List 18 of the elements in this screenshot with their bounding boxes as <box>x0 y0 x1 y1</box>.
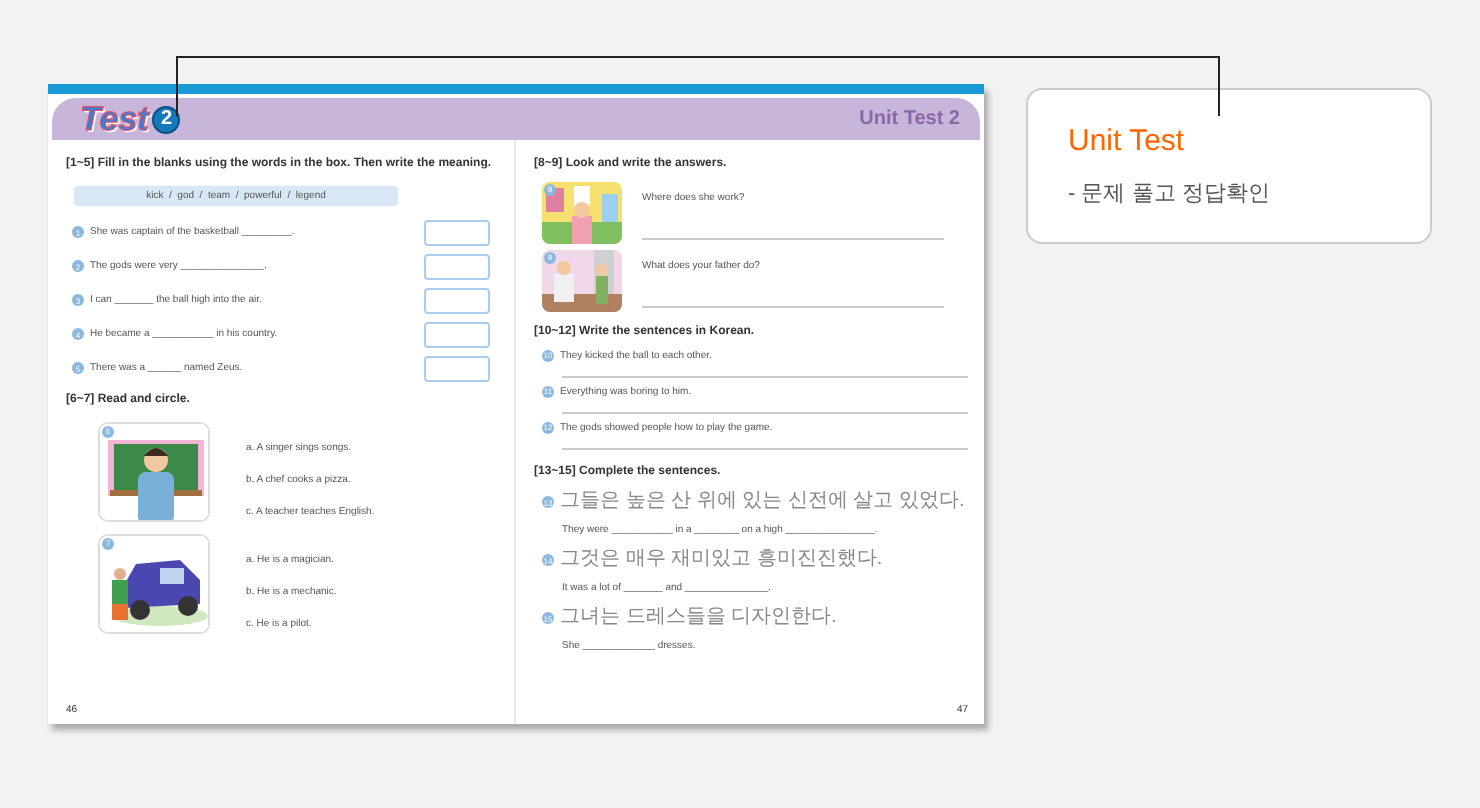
fill-in-line[interactable] <box>562 447 968 450</box>
answer-box[interactable] <box>424 253 490 280</box>
callout-text: - 문제 풀고 정답확인 <box>1068 180 1272 208</box>
korean-sentence: 그것은 매우 재미있고 흥미진진했다. <box>560 550 883 571</box>
answer-box[interactable] <box>424 321 490 348</box>
answer-box[interactable] <box>424 219 490 246</box>
fill-in-line[interactable] <box>562 375 968 378</box>
test-number: 2 <box>152 105 181 133</box>
fill-in-line[interactable] <box>562 411 968 414</box>
korean-sentence: 그녀는 드레스들을 디자인한다. <box>560 608 837 629</box>
fill-in-line[interactable] <box>642 237 944 240</box>
unit-title: Unit Test 2 <box>859 108 960 130</box>
answer-box[interactable] <box>424 355 490 382</box>
fill-in-line[interactable] <box>642 305 944 308</box>
korean-sentence: 그들은 높은 산 위에 있는 신전에 살고 있었다. <box>560 492 965 513</box>
callout-title: Unit Test <box>1068 124 1187 158</box>
test-logo: Test <box>80 99 149 139</box>
answer-box[interactable] <box>424 287 490 314</box>
